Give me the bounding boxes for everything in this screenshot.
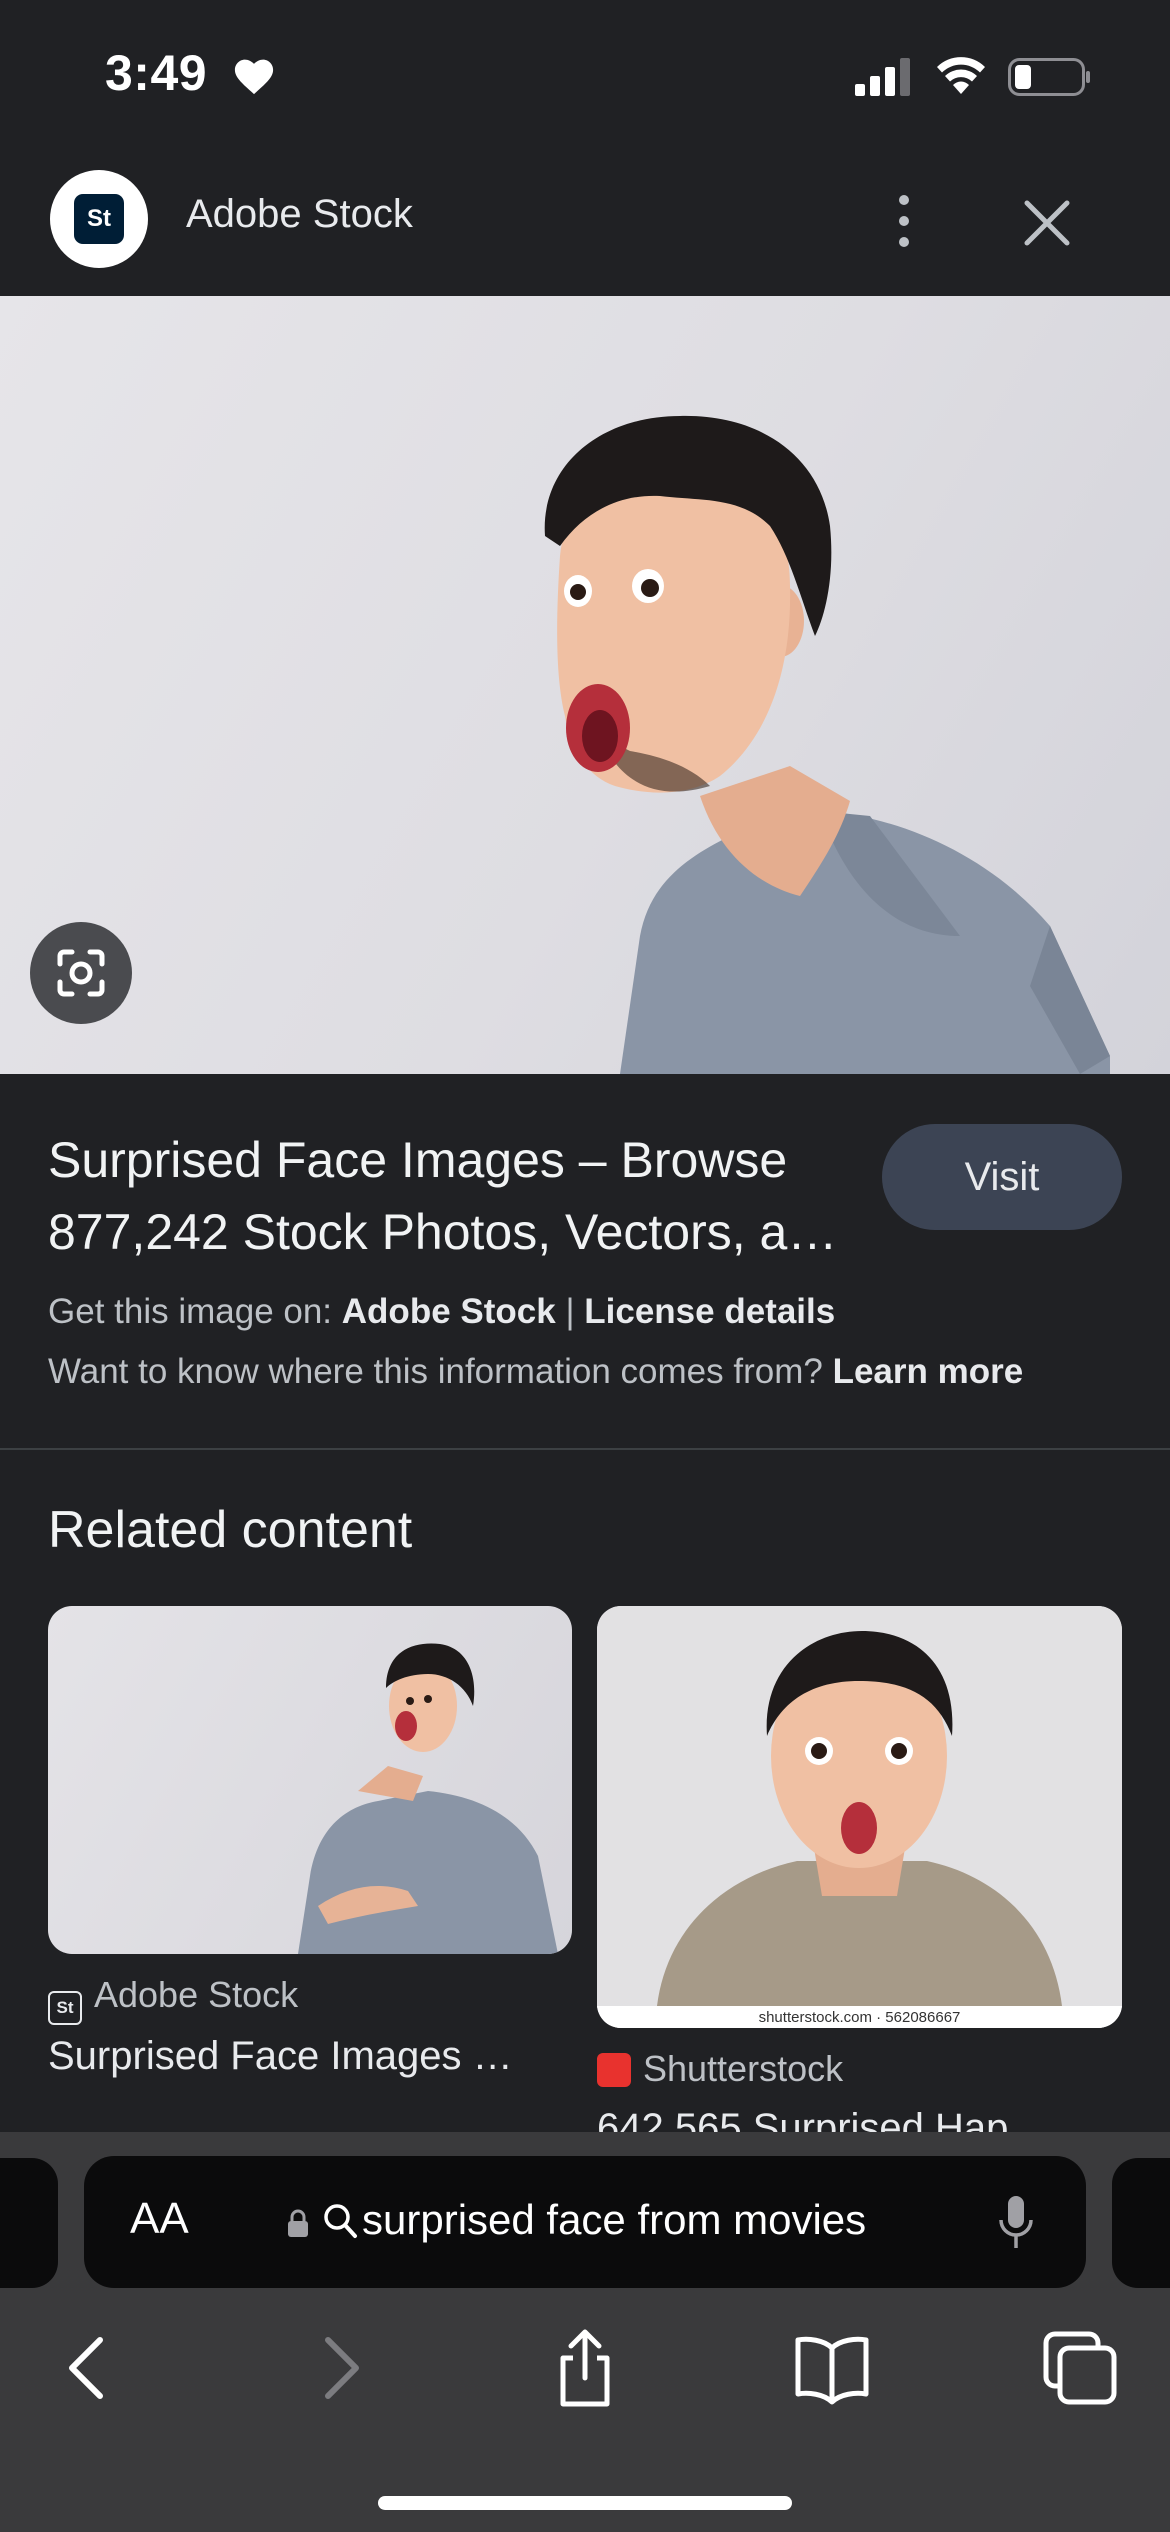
page-settings-button[interactable]: AA bbox=[130, 2194, 189, 2244]
search-icon bbox=[324, 2204, 357, 2238]
lens-icon bbox=[57, 949, 105, 997]
source-line: Get this image on: Adobe Stock | License… bbox=[48, 1292, 835, 1332]
safari-bottom-toolbar: AA surprised face from movies bbox=[0, 2132, 1170, 2532]
address-text[interactable]: surprised face from movies bbox=[362, 2196, 866, 2244]
related-source-2-label: Shutterstock bbox=[643, 2048, 844, 2089]
tabs-icon[interactable] bbox=[1040, 2328, 1120, 2408]
result-title[interactable]: Surprised Face Images – Browse 877,242 S… bbox=[48, 1124, 848, 1268]
home-indicator bbox=[378, 2496, 792, 2510]
source-separator: | bbox=[565, 1292, 575, 1331]
previous-tab-peek[interactable] bbox=[0, 2158, 58, 2288]
page: 3:49 St Adobe Stock Surprised Face Image… bbox=[0, 0, 1170, 2532]
source-prefix: Get this image on: bbox=[48, 1292, 333, 1331]
related-photo-1 bbox=[298, 1643, 558, 1954]
microphone-icon[interactable] bbox=[996, 2194, 1036, 2252]
back-icon[interactable] bbox=[48, 2328, 128, 2408]
adobe-stock-logo[interactable]: St bbox=[50, 170, 148, 268]
status-time: 3:49 bbox=[105, 45, 208, 101]
forward-icon[interactable] bbox=[300, 2328, 380, 2408]
license-details-link[interactable]: License details bbox=[584, 1292, 835, 1331]
close-icon[interactable] bbox=[1012, 188, 1082, 258]
surprised-man-photo bbox=[544, 415, 1110, 1074]
status-bar: 3:49 bbox=[0, 0, 1170, 150]
battery-icon bbox=[1008, 58, 1090, 96]
share-icon[interactable] bbox=[545, 2328, 625, 2408]
shutterstock-watermark: shutterstock.com · 562086667 bbox=[758, 2009, 961, 2026]
related-source-1[interactable]: St Adobe Stock bbox=[48, 1974, 298, 2025]
source-link[interactable]: Adobe Stock bbox=[342, 1292, 556, 1331]
adobe-stock-logo-mark: St bbox=[74, 194, 124, 244]
lock-icon bbox=[288, 2209, 308, 2237]
wifi-icon bbox=[937, 57, 985, 94]
aa-label: AA bbox=[130, 2194, 189, 2243]
related-image-2[interactable]: shutterstock.com · 562086667 bbox=[597, 1606, 1122, 2028]
site-name[interactable]: Adobe Stock bbox=[186, 192, 413, 237]
bookmarks-icon[interactable] bbox=[792, 2328, 872, 2408]
related-photo-2 bbox=[597, 1606, 1122, 2028]
main-image[interactable] bbox=[0, 296, 1170, 1074]
next-tab-peek[interactable] bbox=[1112, 2158, 1170, 2288]
google-lens-button[interactable] bbox=[30, 922, 132, 1024]
related-content-heading: Related content bbox=[48, 1501, 413, 1559]
address-bar[interactable]: AA surprised face from movies bbox=[84, 2156, 1086, 2288]
related-title-1[interactable]: Surprised Face Images … bbox=[48, 2034, 572, 2079]
cellular-signal-icon bbox=[855, 58, 910, 96]
visit-button[interactable]: Visit bbox=[882, 1124, 1122, 1230]
related-source-1-label: Adobe Stock bbox=[94, 1974, 299, 2015]
shutterstock-favicon-icon bbox=[597, 2053, 631, 2087]
related-image-1[interactable] bbox=[48, 1606, 572, 1954]
divider bbox=[0, 1448, 1170, 1450]
image-viewer-header: St Adobe Stock bbox=[0, 150, 1170, 296]
info-line: Want to know where this information come… bbox=[48, 1352, 1023, 1392]
info-question: Want to know where this information come… bbox=[48, 1352, 823, 1391]
learn-more-link[interactable]: Learn more bbox=[833, 1352, 1024, 1391]
adobe-stock-favicon-icon: St bbox=[48, 1991, 82, 2025]
more-options-icon[interactable] bbox=[876, 186, 932, 256]
heart-icon bbox=[234, 59, 274, 95]
related-source-2[interactable]: Shutterstock bbox=[597, 2048, 843, 2090]
